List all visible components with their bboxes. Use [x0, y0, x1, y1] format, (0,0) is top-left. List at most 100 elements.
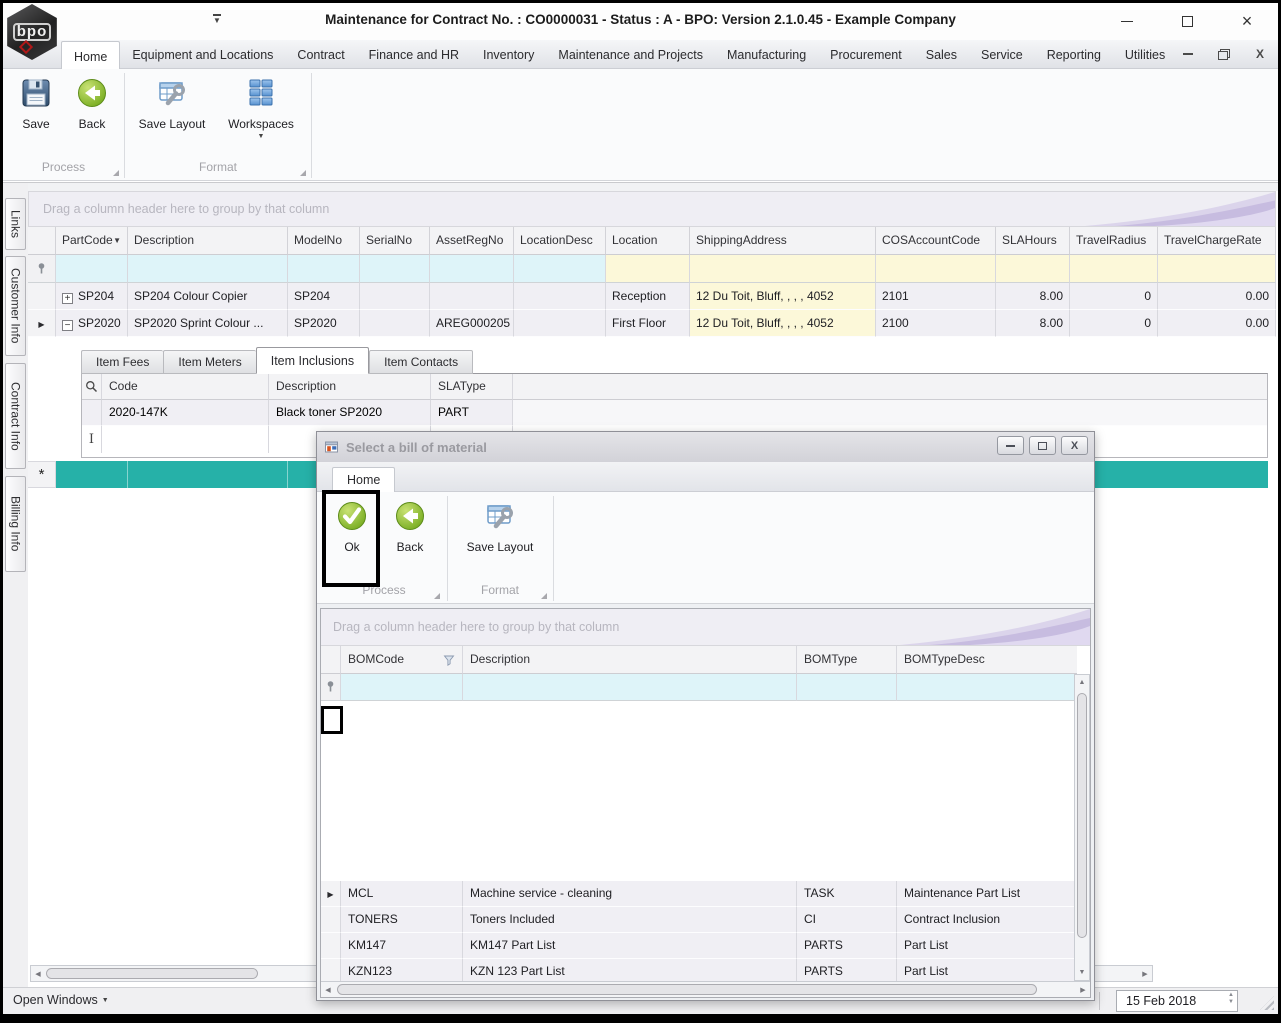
bom-horizontal-scrollbar[interactable]: ◀ ▶	[321, 981, 1090, 997]
back-button[interactable]: Back	[61, 73, 123, 145]
column-header-bom-description[interactable]: Description	[463, 646, 797, 674]
bom-filter-bomtype[interactable]	[797, 674, 897, 701]
filter-travelchargerate[interactable]	[1158, 255, 1276, 283]
bom-vscroll-thumb[interactable]	[1077, 693, 1087, 938]
bom-hscroll-thumb[interactable]	[337, 984, 1037, 995]
process-dialog-launcher-icon[interactable]	[113, 170, 119, 176]
table-row[interactable]: TONERS Toners Included CI Contract Inclu…	[321, 907, 1077, 933]
bom-vertical-scrollbar[interactable]: ▲ ▼	[1074, 674, 1090, 981]
bom-filter-description[interactable]	[463, 674, 797, 701]
column-header-bomtypedesc[interactable]: BOMTypeDesc	[897, 646, 1077, 674]
filter-modelno[interactable]	[288, 255, 360, 283]
tab-item-contacts[interactable]: Item Contacts	[369, 350, 474, 374]
column-header-locationdesc[interactable]: LocationDesc	[514, 227, 606, 255]
column-header-cosaccountcode[interactable]: COSAccountCode	[876, 227, 996, 255]
table-row[interactable]: + SP204 SP204 Colour Copier SP204 Recepti…	[28, 283, 1276, 310]
sidebar-item-billing-info[interactable]: Billing Info	[5, 476, 26, 572]
sidebar-item-links[interactable]: Links	[5, 198, 26, 250]
resize-grip[interactable]	[1260, 996, 1274, 1010]
dialog-tab-home[interactable]: Home	[332, 467, 396, 492]
empty-code-cell[interactable]	[102, 426, 269, 453]
sidebar-item-contract-info[interactable]: Contract Info	[5, 363, 26, 469]
dialog-minimize-button[interactable]	[997, 436, 1024, 455]
filter-travelradius[interactable]	[1070, 255, 1158, 283]
filter-slahours[interactable]	[996, 255, 1070, 283]
tab-manufacturing[interactable]: Manufacturing	[715, 40, 818, 69]
search-indicator-cell[interactable]	[82, 374, 102, 400]
sidebar-item-customer-info[interactable]: Customer Info	[5, 256, 26, 356]
filter-locationdesc[interactable]	[514, 255, 606, 283]
group-by-panel[interactable]: Drag a column header here to group by th…	[28, 191, 1276, 227]
column-header-bomtype[interactable]: BOMType	[797, 646, 897, 674]
column-header-bomcode[interactable]: BOMCode	[341, 646, 463, 674]
column-header-code[interactable]: Code	[102, 374, 269, 400]
bom-scroll-left-icon[interactable]: ◀	[321, 986, 335, 994]
dialog-format-launcher-icon[interactable]	[541, 593, 547, 599]
scroll-left-icon[interactable]: ◀	[31, 970, 45, 978]
column-header-travelchargerate[interactable]: TravelChargeRate	[1158, 227, 1276, 255]
filter-cosaccountcode[interactable]	[876, 255, 996, 283]
filter-description[interactable]	[128, 255, 288, 283]
new-row-cell-partcode[interactable]	[56, 461, 128, 488]
bom-scroll-right-icon[interactable]: ▶	[1076, 986, 1090, 994]
open-windows-button[interactable]: Open Windows ▼	[13, 993, 109, 1007]
column-header-description[interactable]: Description	[128, 227, 288, 255]
table-row[interactable]: ▶ MCL Machine service - cleaning TASK Ma…	[321, 881, 1077, 907]
bom-group-by-panel[interactable]: Drag a column header here to group by th…	[321, 609, 1090, 646]
date-spin-up-icon[interactable]: ▲	[1228, 992, 1234, 998]
column-header-assetregno[interactable]: AssetRegNo	[430, 227, 514, 255]
tab-sales[interactable]: Sales	[914, 40, 969, 69]
column-header-modelno[interactable]: ModelNo	[288, 227, 360, 255]
save-button[interactable]: Save	[5, 73, 67, 145]
tab-item-inclusions[interactable]: Item Inclusions	[255, 347, 370, 374]
bom-scroll-down-icon[interactable]: ▼	[1075, 969, 1089, 976]
maximize-button[interactable]	[1170, 10, 1204, 32]
tab-item-meters[interactable]: Item Meters	[163, 350, 256, 374]
close-button[interactable]: ×	[1230, 10, 1264, 32]
expand-icon[interactable]: +	[62, 293, 73, 304]
save-layout-button[interactable]: Save Layout	[133, 73, 211, 145]
minimize-button[interactable]	[1110, 10, 1144, 32]
table-row[interactable]: KM147 KM147 Part List PARTS Part List	[321, 933, 1077, 959]
mdi-close-button[interactable]: X	[1252, 46, 1268, 62]
filter-serialno[interactable]	[360, 255, 430, 283]
tab-service[interactable]: Service	[969, 40, 1035, 69]
date-spin-down-icon[interactable]: ▼	[1228, 999, 1234, 1005]
filter-location[interactable]	[606, 255, 690, 283]
tab-reporting[interactable]: Reporting	[1035, 40, 1113, 69]
column-header-location[interactable]: Location	[606, 227, 690, 255]
column-header-partcode[interactable]: PartCode ▼	[56, 227, 128, 255]
dialog-process-launcher-icon[interactable]	[434, 593, 440, 599]
dialog-title-bar[interactable]: Select a bill of material X	[317, 432, 1094, 462]
filter-assetregno[interactable]	[430, 255, 514, 283]
column-header-serialno[interactable]: SerialNo	[360, 227, 430, 255]
column-header-slatype[interactable]: SLAType	[431, 374, 513, 400]
main-hscroll-thumb[interactable]	[46, 968, 258, 979]
column-header-inclusion-description[interactable]: Description	[269, 374, 431, 400]
tab-inventory[interactable]: Inventory	[471, 40, 546, 69]
partcode-sort-icon[interactable]: ▼	[113, 227, 121, 254]
workspaces-button[interactable]: Workspaces ▼	[219, 73, 303, 145]
list-item[interactable]: 2020-147K Black toner SP2020 PART	[82, 400, 1267, 426]
scroll-right-icon[interactable]: ▶	[1138, 970, 1152, 978]
dialog-maximize-button[interactable]	[1029, 436, 1056, 455]
quick-access-caret-icon[interactable]: ▼	[213, 14, 221, 25]
tab-finance-and-hr[interactable]: Finance and HR	[357, 40, 471, 69]
new-row-cell-description[interactable]	[128, 461, 288, 488]
format-dialog-launcher-icon[interactable]	[300, 170, 306, 176]
tab-contract[interactable]: Contract	[285, 40, 356, 69]
dialog-back-button[interactable]: Back	[383, 496, 437, 568]
column-header-shippingaddress[interactable]: ShippingAddress	[690, 227, 876, 255]
bom-scroll-up-icon[interactable]: ▲	[1075, 679, 1089, 686]
bomcode-filter-icon[interactable]	[443, 654, 455, 666]
filter-shippingaddress[interactable]	[690, 255, 876, 283]
table-row-selected[interactable]: ▶ − SP2020 SP2020 Sprint Colour ... SP202…	[28, 310, 1276, 337]
column-header-slahours[interactable]: SLAHours	[996, 227, 1070, 255]
bom-filter-bomtypedesc[interactable]	[897, 674, 1077, 701]
collapse-icon[interactable]: −	[62, 320, 73, 331]
tab-procurement[interactable]: Procurement	[818, 40, 914, 69]
tab-utilities[interactable]: Utilities	[1113, 40, 1177, 69]
mdi-minimize-button[interactable]	[1180, 46, 1196, 62]
filter-partcode[interactable]	[56, 255, 128, 283]
column-header-travelradius[interactable]: TravelRadius	[1070, 227, 1158, 255]
